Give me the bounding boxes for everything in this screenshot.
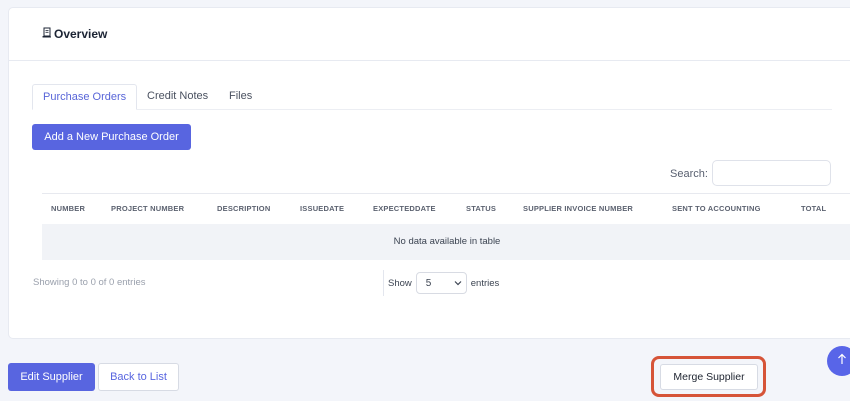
document-icon — [42, 27, 53, 41]
chevron-down-icon — [454, 278, 462, 289]
add-purchase-order-button[interactable]: Add a New Purchase Order — [32, 124, 191, 150]
merge-supplier-button[interactable]: Merge Supplier — [660, 364, 758, 390]
table-info: Showing 0 to 0 of 0 entries — [33, 277, 146, 288]
page-length-control: Show 5 entries — [383, 270, 499, 296]
column-header[interactable]: NUMBER — [51, 204, 85, 213]
back-to-list-button[interactable]: Back to List — [98, 363, 179, 391]
scroll-to-top-button[interactable] — [827, 346, 850, 376]
tab-files[interactable]: Files — [229, 84, 252, 108]
page-length-value: 5 — [425, 277, 432, 289]
overview-card: Overview Purchase Orders Credit Notes Fi… — [8, 7, 850, 339]
search-label: Search: — [670, 168, 708, 180]
column-header[interactable]: ISSUEDATE — [300, 204, 344, 213]
entries-label: entries — [470, 277, 500, 289]
tab-bar: Purchase Orders Credit Notes Files — [32, 84, 832, 110]
merge-supplier-highlight: Merge Supplier — [651, 356, 766, 397]
tab-credit-notes[interactable]: Credit Notes — [147, 84, 208, 108]
card-header: Overview — [9, 8, 850, 61]
column-header[interactable]: SENT TO ACCOUNTING — [672, 204, 761, 213]
search-input[interactable] — [712, 160, 831, 186]
overview-title-text: Overview — [54, 27, 108, 41]
page-length-select[interactable]: 5 — [415, 272, 467, 294]
arrow-up-icon — [837, 352, 847, 370]
column-header[interactable]: EXPECTEDDATE — [373, 204, 436, 213]
tab-purchase-orders[interactable]: Purchase Orders — [32, 84, 138, 110]
empty-table-row: No data available in table — [42, 224, 850, 260]
column-header[interactable]: DESCRIPTION — [217, 204, 270, 213]
page-title: Overview — [42, 27, 107, 41]
edit-supplier-button[interactable]: Edit Supplier — [8, 363, 95, 391]
column-header[interactable]: TOTAL — [801, 204, 826, 213]
column-header[interactable]: PROJECT NUMBER — [111, 204, 184, 213]
column-header[interactable]: SUPPLIER INVOICE NUMBER — [523, 204, 633, 213]
column-header[interactable]: STATUS — [466, 204, 496, 213]
show-label: Show — [388, 277, 412, 289]
table-header: NUMBER PROJECT NUMBER DESCRIPTION ISSUED… — [42, 193, 850, 225]
